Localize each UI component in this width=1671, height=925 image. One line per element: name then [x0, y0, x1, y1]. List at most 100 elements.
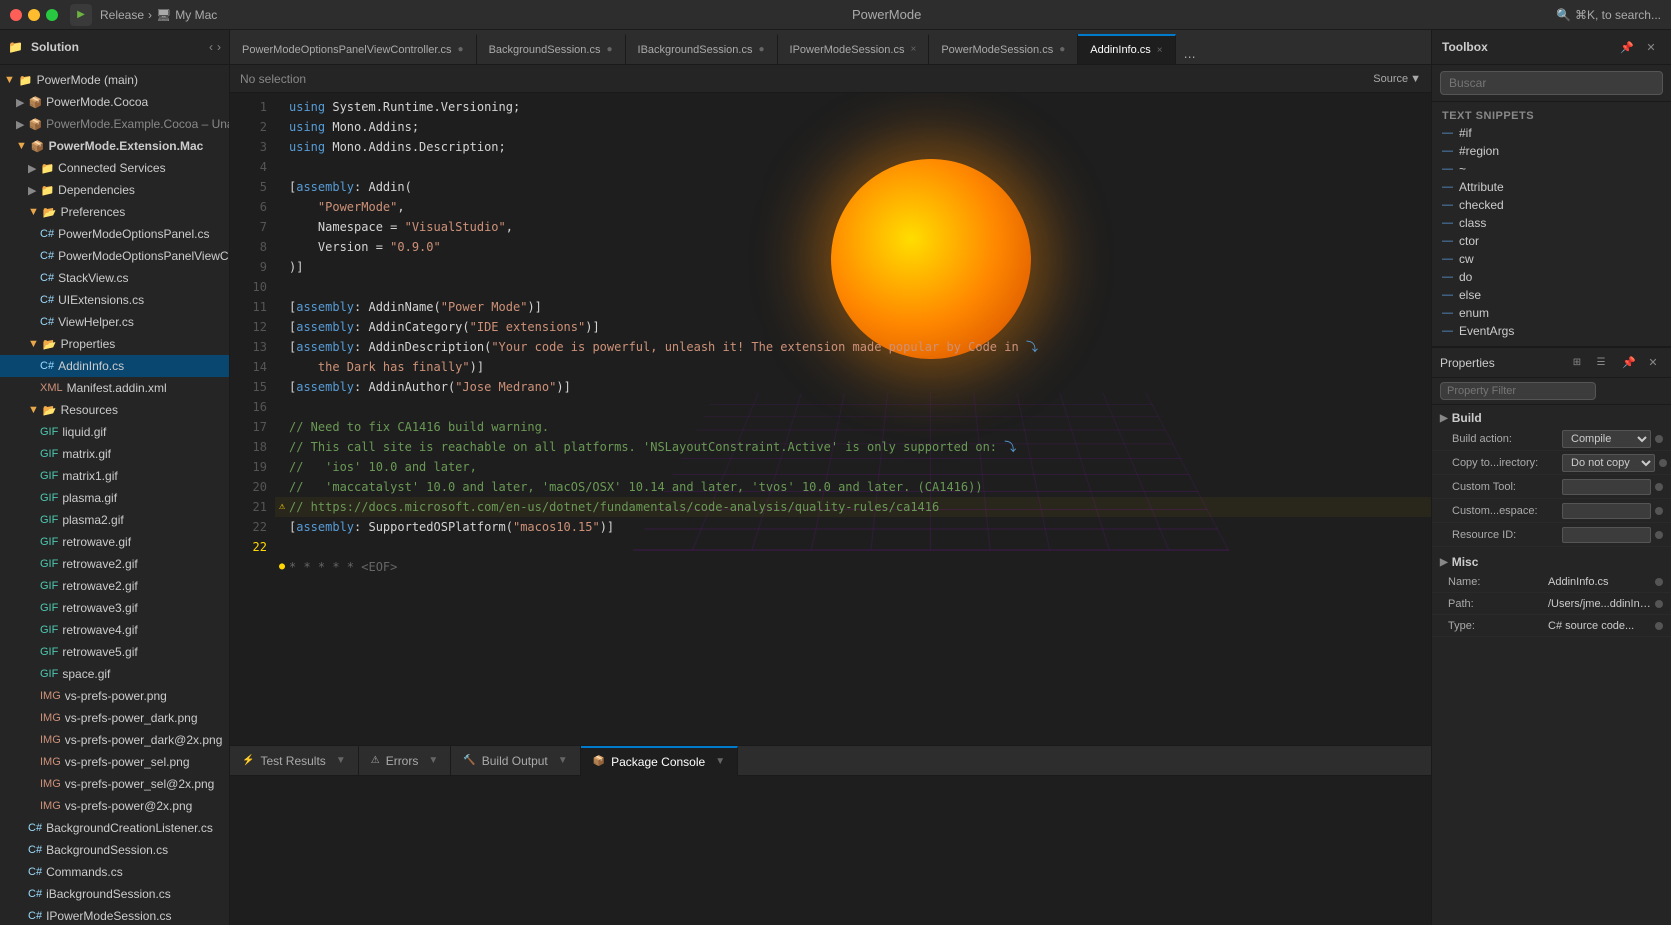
- tab-package-console[interactable]: 📦 Package Console ▼: [581, 746, 738, 776]
- build-action-select[interactable]: Compile None Content: [1562, 430, 1651, 448]
- snippet-eventargs[interactable]: — EventArgs: [1432, 322, 1671, 340]
- tab-test-results[interactable]: ⚡ Test Results ▼: [230, 746, 359, 776]
- tab-close-icon[interactable]: ×: [910, 44, 916, 55]
- dropdown-icon[interactable]: ▼: [715, 756, 725, 767]
- dropdown-icon[interactable]: ▼: [428, 755, 438, 766]
- sidebar-item-properties[interactable]: ▼ 📂 Properties: [0, 333, 229, 355]
- tab-build-output[interactable]: 🔨 Build Output ▼: [451, 746, 580, 776]
- sidebar-nav-back[interactable]: ‹: [209, 40, 213, 54]
- resource-id-input[interactable]: [1562, 527, 1651, 543]
- sidebar-item-matrix1[interactable]: GIF matrix1.gif: [0, 465, 229, 487]
- sidebar-item-connected-services[interactable]: ▶ 📁 Connected Services: [0, 157, 229, 179]
- sidebar-item-stackview[interactable]: C# StackView.cs: [0, 267, 229, 289]
- sidebar-item-powermode-ext[interactable]: ▼ 📦 PowerMode.Extension.Mac: [0, 135, 229, 157]
- sidebar-item-dependencies[interactable]: ▶ 📁 Dependencies: [0, 179, 229, 201]
- custom-namespace-input[interactable]: [1562, 503, 1651, 519]
- sidebar-item-powermodeoptions[interactable]: C# PowerModeOptionsPanel.cs: [0, 223, 229, 245]
- misc-group-header[interactable]: ▶ Misc: [1432, 553, 1671, 571]
- sidebar-item-manifest[interactable]: XML Manifest.addin.xml: [0, 377, 229, 399]
- copy-to-directory-select[interactable]: Do not copy Copy always: [1562, 454, 1655, 472]
- toolbox-search[interactable]: [1432, 65, 1671, 102]
- dropdown-icon[interactable]: ▼: [558, 755, 568, 766]
- sidebar-item-vs-prefs-sel2x[interactable]: IMG vs-prefs-power_sel@2x.png: [0, 773, 229, 795]
- sidebar-item-vs-prefs-dark2x[interactable]: IMG vs-prefs-power_dark@2x.png: [0, 729, 229, 751]
- tab-close-icon[interactable]: ×: [1157, 45, 1163, 56]
- toolbox-pin-icon[interactable]: 📌: [1617, 37, 1637, 57]
- build-group-header[interactable]: ▶ Build: [1432, 409, 1671, 427]
- titlebar-search[interactable]: 🔍 ⌘K, to search...: [1556, 8, 1661, 22]
- sidebar-item-background-session[interactable]: C# BackgroundSession.cs: [0, 839, 229, 861]
- sidebar-item-uiextensions[interactable]: C# UIExtensions.cs: [0, 289, 229, 311]
- code-editor[interactable]: 1234 5678 9101112 13141516 17181920 2122…: [230, 93, 1431, 745]
- cs-icon: C#: [28, 866, 42, 878]
- sidebar-item-retrowave3[interactable]: GIF retrowave3.gif: [0, 597, 229, 619]
- properties-pin-icon[interactable]: 📌: [1619, 353, 1639, 373]
- sidebar-item-powermode-example[interactable]: ▶ 📦 PowerMode.Example.Cocoa – Unavai...: [0, 113, 229, 135]
- sidebar-item-retrowave2b[interactable]: GIF retrowave2.gif: [0, 575, 229, 597]
- tab-backgroundsession[interactable]: BackgroundSession.cs ●: [477, 34, 626, 64]
- sidebar-item-vs-prefs-dark[interactable]: IMG vs-prefs-power_dark.png: [0, 707, 229, 729]
- tab-close-icon[interactable]: ●: [758, 44, 764, 55]
- sidebar-item-retrowave5[interactable]: GIF retrowave5.gif: [0, 641, 229, 663]
- sidebar-item-viewhelper[interactable]: C# ViewHelper.cs: [0, 311, 229, 333]
- sidebar-item-liquid[interactable]: GIF liquid.gif: [0, 421, 229, 443]
- snippet-ctor[interactable]: — ctor: [1432, 232, 1671, 250]
- tab-close-icon[interactable]: ●: [458, 44, 464, 55]
- play-button[interactable]: [70, 4, 92, 26]
- tab-addininfo[interactable]: AddinInfo.cs ×: [1078, 34, 1175, 64]
- snippet-region[interactable]: — #region: [1432, 142, 1671, 160]
- close-button[interactable]: [10, 9, 22, 21]
- maximize-button[interactable]: [46, 9, 58, 21]
- properties-layout-list-icon[interactable]: ☰: [1591, 353, 1611, 373]
- tab-close-icon[interactable]: ●: [1059, 44, 1065, 55]
- sidebar-item-background-listener[interactable]: C# BackgroundCreationListener.cs: [0, 817, 229, 839]
- sidebar-item-retrowave2[interactable]: GIF retrowave2.gif: [0, 553, 229, 575]
- minimize-button[interactable]: [28, 9, 40, 21]
- snippet-class[interactable]: — class: [1432, 214, 1671, 232]
- sidebar-item-ibackground[interactable]: C# iBackgroundSession.cs: [0, 883, 229, 905]
- snippet-attribute[interactable]: — Attribute: [1432, 178, 1671, 196]
- sidebar-nav-fwd[interactable]: ›: [217, 40, 221, 54]
- sidebar-item-matrix[interactable]: GIF matrix.gif: [0, 443, 229, 465]
- tab-overflow-menu[interactable]: ⋯: [1176, 50, 1204, 64]
- property-filter-input[interactable]: [1440, 382, 1596, 400]
- snippet-enum[interactable]: — enum: [1432, 304, 1671, 322]
- toolbox-close-icon[interactable]: ✕: [1641, 37, 1661, 57]
- window-controls[interactable]: [10, 9, 58, 21]
- sidebar-item-plasma[interactable]: GIF plasma.gif: [0, 487, 229, 509]
- toolbox-search-input[interactable]: [1440, 71, 1663, 95]
- tab-powermodesession[interactable]: PowerModeSession.cs ●: [929, 34, 1078, 64]
- properties-close-icon[interactable]: ✕: [1643, 353, 1663, 373]
- sidebar-item-vs-prefs-sel[interactable]: IMG vs-prefs-power_sel.png: [0, 751, 229, 773]
- properties-layout-grid-icon[interactable]: ⊞: [1567, 353, 1587, 373]
- sidebar-item-retrowave[interactable]: GIF retrowave.gif: [0, 531, 229, 553]
- sidebar-item-powermode-main[interactable]: ▼ 📁 PowerMode (main): [0, 69, 229, 91]
- sidebar-item-retrowave4[interactable]: GIF retrowave4.gif: [0, 619, 229, 641]
- sidebar-item-powermodeoptions-vc[interactable]: C# PowerModeOptionsPanelViewCont...: [0, 245, 229, 267]
- sidebar-item-vs-prefs-2x[interactable]: IMG vs-prefs-power@2x.png: [0, 795, 229, 817]
- snippet-tilde[interactable]: — ~: [1432, 160, 1671, 178]
- dropdown-icon[interactable]: ▼: [336, 755, 346, 766]
- sidebar-item-plasma2[interactable]: GIF plasma2.gif: [0, 509, 229, 531]
- sidebar-item-commands[interactable]: C# Commands.cs: [0, 861, 229, 883]
- snippet-if[interactable]: — #if: [1432, 124, 1671, 142]
- snippet-do[interactable]: — do: [1432, 268, 1671, 286]
- sidebar-item-preferences[interactable]: ▼ 📂 Preferences: [0, 201, 229, 223]
- tab-ipowermodesession[interactable]: IPowerModeSession.cs ×: [778, 34, 930, 64]
- source-selector[interactable]: Source ▼: [1373, 73, 1421, 85]
- snippet-cw[interactable]: — cw: [1432, 250, 1671, 268]
- sidebar-item-resources[interactable]: ▼ 📂 Resources: [0, 399, 229, 421]
- tab-powermodeoptionspanel-vc[interactable]: PowerModeOptionsPanelViewController.cs ●: [230, 34, 477, 64]
- sidebar-item-space[interactable]: GIF space.gif: [0, 663, 229, 685]
- sidebar-item-vs-prefs-power[interactable]: IMG vs-prefs-power.png: [0, 685, 229, 707]
- sidebar-item-powermode-cocoa[interactable]: ▶ 📦 PowerMode.Cocoa: [0, 91, 229, 113]
- code-content[interactable]: using System.Runtime.Versioning; using M…: [275, 93, 1431, 745]
- sidebar-item-addininfo[interactable]: C# AddinInfo.cs: [0, 355, 229, 377]
- tab-close-icon[interactable]: ●: [606, 44, 612, 55]
- custom-tool-input[interactable]: [1562, 479, 1651, 495]
- sidebar-item-ipowermode[interactable]: C# IPowerModeSession.cs: [0, 905, 229, 925]
- snippet-checked[interactable]: — checked: [1432, 196, 1671, 214]
- tab-ibackgroundsession[interactable]: IBackgroundSession.cs ●: [626, 34, 778, 64]
- snippet-else[interactable]: — else: [1432, 286, 1671, 304]
- tab-errors[interactable]: ⚠ Errors ▼: [359, 746, 452, 776]
